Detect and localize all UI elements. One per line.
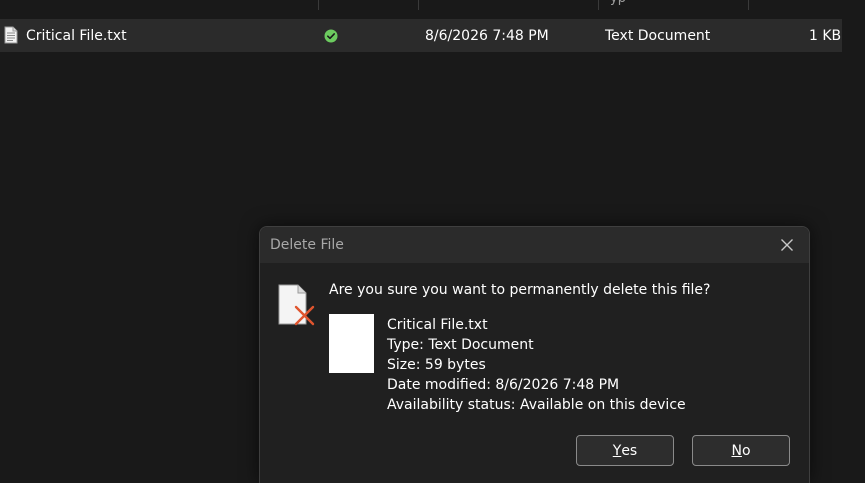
detail-type: Type: Text Document (387, 337, 534, 353)
file-row[interactable]: Critical File.txt 8/6/2026 7:48 PM Text … (0, 19, 842, 52)
vertical-scrollbar[interactable] (845, 0, 865, 482)
detail-availability: Availability status: Available on this d… (387, 397, 686, 413)
column-separator[interactable] (318, 0, 319, 10)
detail-file-name: Critical File.txt (387, 317, 488, 333)
file-type: Text Document (605, 28, 711, 44)
file-details: Critical File.txt Type: Text Document Si… (387, 315, 686, 415)
close-icon (781, 239, 793, 251)
delete-file-dialog: Delete File Are you sure you want to per… (259, 226, 810, 483)
confirmation-question: Are you sure you want to permanently del… (329, 282, 711, 298)
file-thumbnail (329, 314, 374, 373)
yes-button-label: es (621, 442, 638, 459)
detail-date-modified: Date modified: 8/6/2026 7:48 PM (387, 377, 620, 393)
file-date-modified: 8/6/2026 7:48 PM (425, 28, 549, 44)
yes-button[interactable]: Yes (576, 435, 674, 466)
file-size: 1 KB (809, 28, 842, 44)
file-name[interactable]: Critical File.txt (26, 28, 127, 44)
close-button[interactable] (772, 231, 802, 259)
delete-file-icon (278, 284, 315, 326)
dialog-title: Delete File (270, 237, 344, 253)
no-button-label: o (741, 442, 751, 459)
no-button-mnemonic: N (731, 442, 742, 459)
file-explorer-window: yp Critical File.txt 8/6/2026 7:48 PM Te… (0, 0, 865, 483)
type-column-header[interactable]: yp (610, 0, 626, 6)
column-separator[interactable] (598, 0, 599, 10)
column-separator[interactable] (748, 0, 749, 10)
green-checkmark-icon (324, 29, 338, 43)
column-separator[interactable] (418, 0, 419, 10)
detail-size: Size: 59 bytes (387, 357, 486, 373)
column-header-row: yp (0, 0, 865, 10)
no-button[interactable]: No (692, 435, 790, 466)
yes-button-mnemonic: Y (612, 442, 622, 459)
text-file-icon (4, 26, 18, 44)
dialog-titlebar[interactable]: Delete File (260, 227, 809, 263)
